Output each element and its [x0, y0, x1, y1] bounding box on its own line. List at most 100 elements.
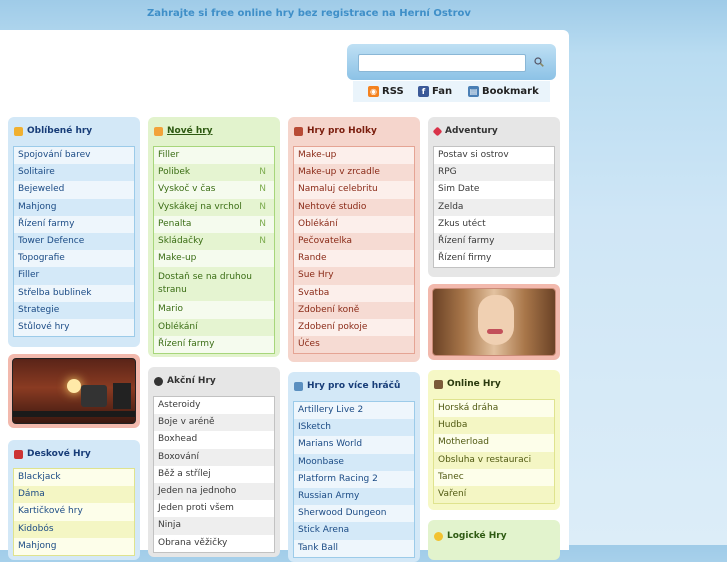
favorite-games-list: Spojování barev Solitaire Bejeweled Mahj… — [13, 146, 135, 338]
panel-heading[interactable]: Hry pro Holky — [294, 126, 377, 136]
list-item[interactable]: Asteroidy — [154, 397, 274, 415]
facebook-icon: f — [418, 86, 429, 97]
game-thumbnail-makeup[interactable] — [428, 284, 560, 360]
list-item[interactable]: Mahjong — [14, 537, 134, 555]
list-item[interactable]: Sherwood Dungeon — [294, 505, 414, 523]
gem-icon — [432, 126, 443, 136]
list-item[interactable]: Řízení farmy — [154, 335, 274, 353]
list-item[interactable]: Pečovatelka — [294, 232, 414, 251]
list-item[interactable]: Ninja — [154, 517, 274, 535]
list-item[interactable]: Kidobós — [14, 520, 134, 538]
list-item[interactable]: Boxování — [154, 448, 274, 466]
list-item[interactable]: Tanec — [434, 468, 554, 486]
list-item[interactable]: Jeden na jednoho — [154, 482, 274, 501]
list-item[interactable]: Stůlové hry — [14, 318, 134, 337]
list-item[interactable]: Řízení firmy — [434, 250, 554, 268]
list-item[interactable]: Dáma — [14, 486, 134, 504]
panel-heading[interactable]: Adventury — [432, 126, 498, 136]
list-item[interactable]: Make-up — [154, 250, 274, 268]
game-thumbnail-shooter[interactable] — [8, 354, 140, 428]
list-item[interactable]: Filler — [14, 267, 134, 285]
list-item[interactable]: Polibek N — [154, 164, 274, 182]
list-item[interactable]: Zdobení koně — [294, 301, 414, 319]
list-item[interactable]: Jeden proti všem — [154, 500, 274, 518]
list-item[interactable]: Artillery Live 2 — [294, 402, 414, 420]
list-item[interactable]: Tower Defence — [14, 232, 134, 251]
list-item[interactable]: Boje v aréně — [154, 414, 274, 432]
list-item[interactable]: Marians World — [294, 436, 414, 454]
list-item[interactable]: Vyskákej na vrchol N — [154, 198, 274, 216]
search-button[interactable] — [530, 54, 548, 70]
panel-heading[interactable]: Nové hry — [154, 126, 213, 136]
list-item[interactable]: Strategie — [14, 301, 134, 319]
bookmark-link[interactable]: ▤ Bookmark — [468, 86, 539, 97]
list-item[interactable]: Stick Arena — [294, 522, 414, 540]
panel-heading[interactable]: Deskové Hry — [14, 449, 91, 459]
list-item[interactable]: Filler — [154, 147, 274, 165]
multiplayer-games-panel: Hry pro více hráčů Artillery Live 2 ISke… — [288, 372, 420, 562]
list-item[interactable]: Motherload — [434, 434, 554, 452]
list-item[interactable]: Sim Date — [434, 181, 554, 199]
list-item[interactable]: Zelda — [434, 198, 554, 216]
list-item[interactable]: ISketch — [294, 419, 414, 437]
list-item[interactable]: Spojování barev — [14, 147, 134, 165]
list-item[interactable]: Nehtové studio — [294, 198, 414, 216]
list-item[interactable]: Řízení farmy — [14, 215, 134, 233]
list-item[interactable]: Skládačky N — [154, 232, 274, 251]
list-item[interactable]: Sue Hry — [294, 267, 414, 285]
list-item[interactable]: Solitaire — [14, 164, 134, 182]
list-item[interactable]: Obsluha v restauraci — [434, 451, 554, 469]
list-item[interactable]: Topografie — [14, 250, 134, 268]
list-item[interactable]: Tank Ball — [294, 539, 414, 557]
list-item[interactable]: Vaření — [434, 485, 554, 504]
list-item[interactable]: Řízení farmy — [434, 232, 554, 251]
list-item[interactable]: Russian Army — [294, 487, 414, 506]
list-item[interactable]: Mahjong — [14, 198, 134, 216]
search-input[interactable] — [358, 54, 526, 72]
list-item[interactable]: Účes — [294, 336, 414, 354]
list-item[interactable]: Make-up v zrcadle — [294, 164, 414, 182]
list-item[interactable]: Střelba bublinek — [14, 284, 134, 302]
list-item[interactable]: Penalta N — [154, 215, 274, 233]
list-item[interactable]: RPG — [434, 164, 554, 182]
list-item[interactable]: Make-up — [294, 147, 414, 165]
favorite-games-panel: Oblíbené hry Spojování barev Solitaire B… — [8, 117, 140, 347]
panel-heading[interactable]: Logické Hry — [434, 531, 507, 541]
list-item[interactable]: Vyskoč v čas N — [154, 181, 274, 199]
new-badge: N — [259, 235, 266, 246]
list-item[interactable]: Zdobení pokoje — [294, 318, 414, 337]
fan-link[interactable]: f Fan — [418, 86, 452, 97]
list-item[interactable]: Mario — [154, 301, 274, 319]
list-item[interactable]: Obrana věžičky — [154, 534, 274, 552]
action-games-list: Asteroidy Boje v aréně Boxhead Boxování … — [153, 396, 275, 553]
list-item[interactable]: Oblékání — [154, 318, 274, 336]
list-item[interactable]: Platform Racing 2 — [294, 470, 414, 488]
new-badge: N — [259, 218, 266, 229]
list-item[interactable]: Běž a střílej — [154, 465, 274, 483]
online-games-list: Horská dráha Hudba Motherload Obsluha v … — [433, 399, 555, 505]
new-games-title[interactable]: Nové hry — [167, 126, 213, 136]
list-item[interactable]: Namaluj celebritu — [294, 181, 414, 199]
list-item[interactable]: Svatba — [294, 284, 414, 302]
list-item[interactable]: Zkus utéct — [434, 215, 554, 233]
panel-heading[interactable]: Hry pro více hráčů — [294, 381, 400, 391]
panel-heading[interactable]: Akční Hry — [154, 376, 216, 386]
list-item[interactable]: Boxhead — [154, 431, 274, 449]
new-badge: N — [259, 167, 266, 178]
list-item[interactable]: Horská dráha — [434, 400, 554, 418]
panel-heading[interactable]: Oblíbené hry — [14, 126, 92, 136]
social-links-bar: ◉ RSS f Fan ▤ Bookmark — [353, 81, 550, 102]
list-item[interactable]: Bejeweled — [14, 181, 134, 199]
list-item[interactable]: Rande — [294, 250, 414, 268]
girl-icon — [294, 126, 303, 136]
rss-link[interactable]: ◉ RSS — [368, 86, 404, 97]
list-item[interactable]: Hudba — [434, 417, 554, 435]
list-item[interactable]: Blackjack — [14, 469, 134, 487]
list-item[interactable]: Moonbase — [294, 453, 414, 471]
list-item[interactable]: Kartičkové hry — [14, 503, 134, 521]
list-item[interactable]: Dostaň se na druhou stranu — [154, 267, 274, 302]
list-item[interactable]: Postav si ostrov — [434, 147, 554, 165]
list-item[interactable]: Oblékání — [294, 215, 414, 233]
person-icon — [434, 379, 443, 389]
panel-heading[interactable]: Online Hry — [434, 379, 501, 389]
